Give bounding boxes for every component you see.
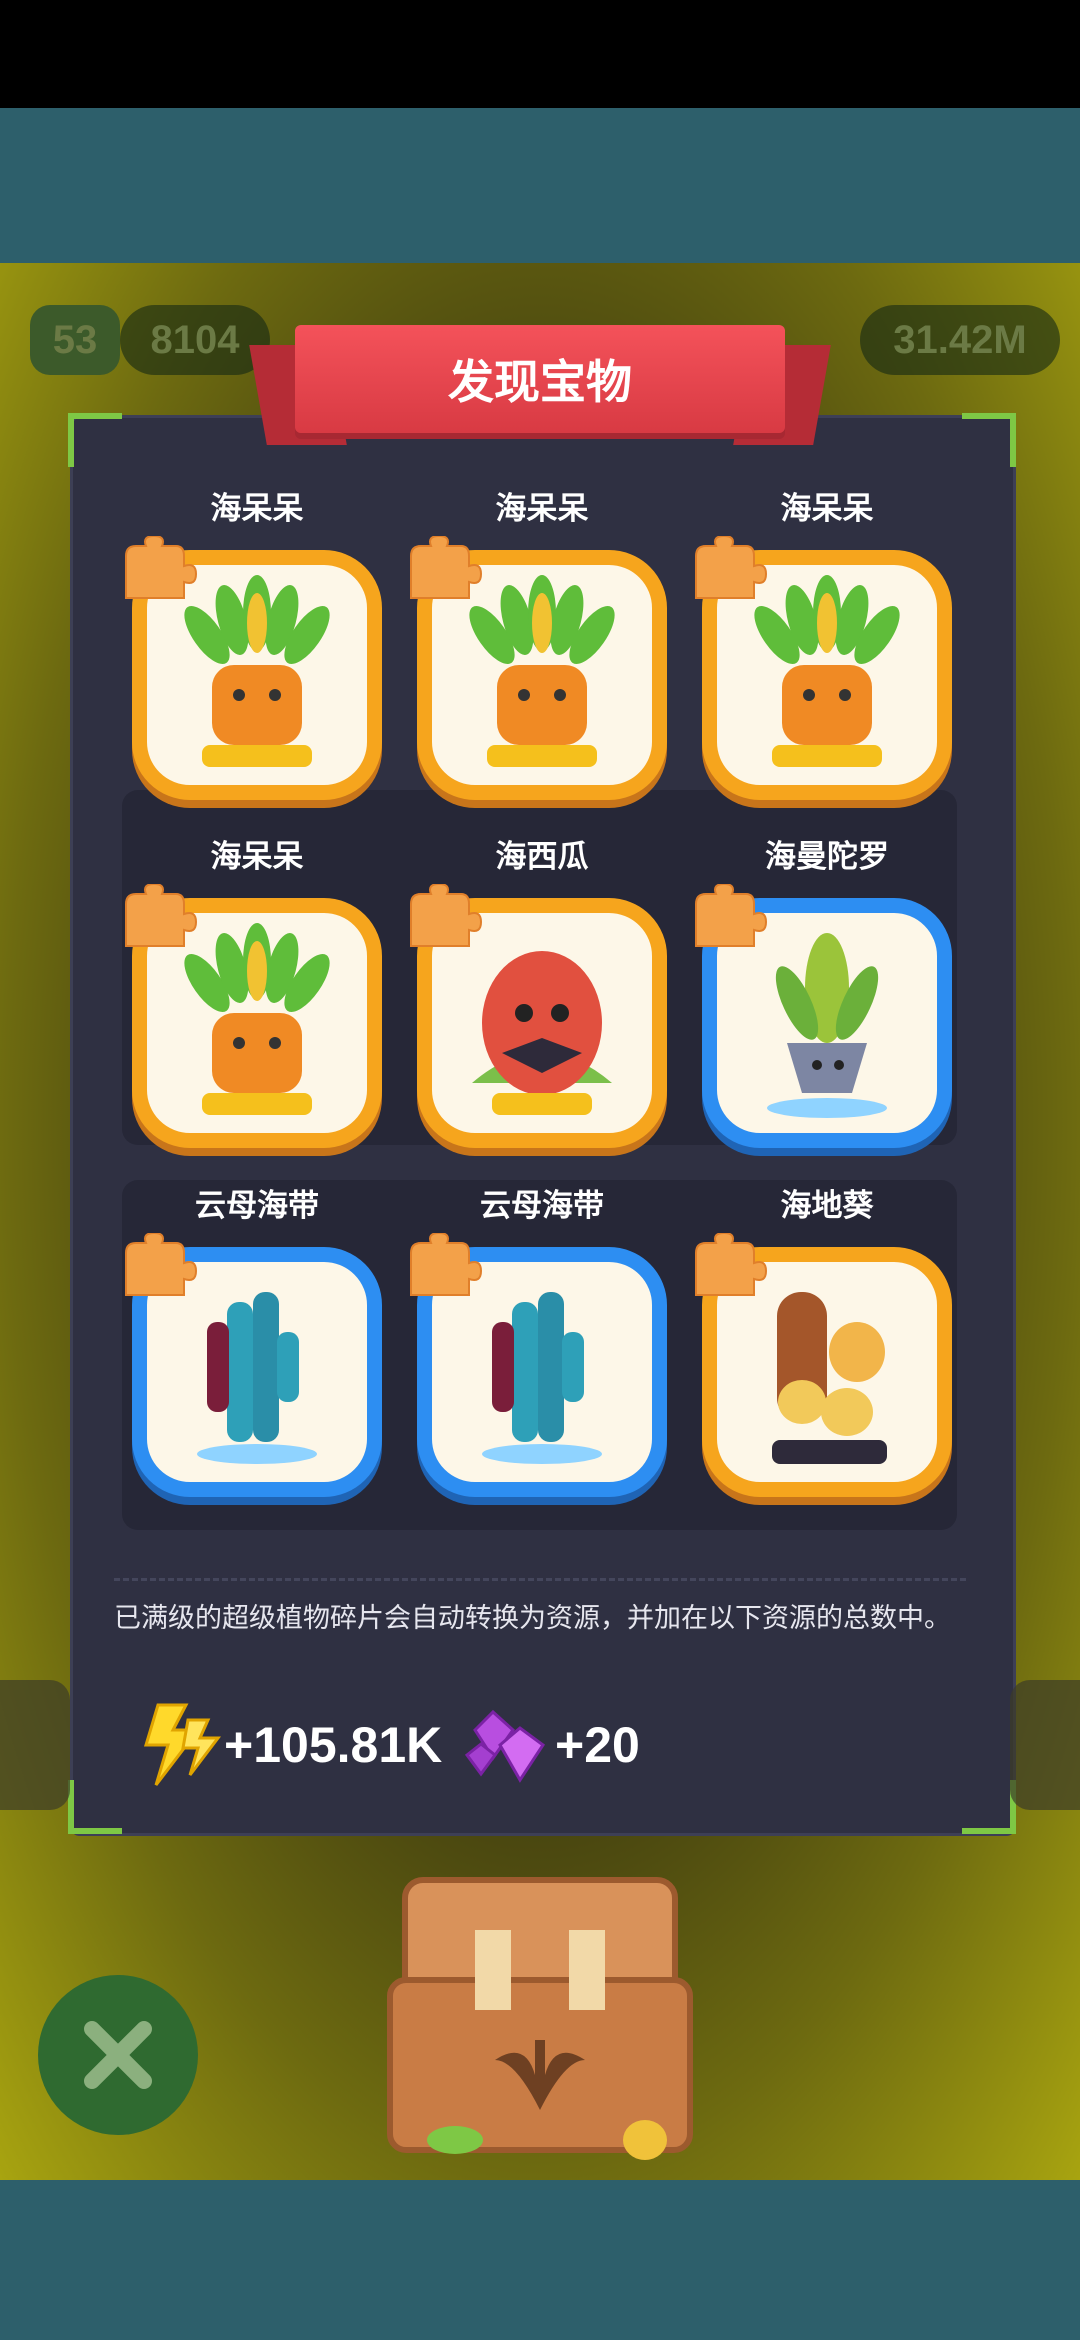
plant-card[interactable]: 海呆呆 (695, 491, 952, 800)
plant-card[interactable]: 海呆呆 (410, 491, 667, 800)
puzzle-piece-icon (405, 1231, 483, 1305)
plant-card[interactable]: 海地葵 (695, 1188, 952, 1497)
plant-card[interactable]: 海曼陀罗 (695, 839, 952, 1148)
energy-reward-value: +105.81K (224, 1717, 443, 1773)
status-bar (0, 0, 1080, 108)
plant-card-name: 海呆呆 (780, 491, 874, 527)
next-arrow[interactable] (1010, 1680, 1080, 1810)
plant-card[interactable]: 云母海带 (125, 1188, 382, 1497)
puzzle-piece-icon (405, 882, 483, 956)
corner-decoration (68, 413, 122, 467)
puzzle-piece-icon (405, 534, 483, 608)
puzzle-piece-icon (120, 1231, 198, 1305)
plant-card-name: 云母海带 (195, 1188, 319, 1224)
gem-reward-value: +20 (555, 1717, 640, 1773)
panel-title: 发现宝物 (295, 325, 785, 433)
corner-decoration (962, 1780, 1016, 1834)
close-button[interactable] (38, 1975, 198, 2135)
corner-decoration (68, 1780, 122, 1834)
plant-card-name: 云母海带 (480, 1188, 604, 1224)
plant-card-name: 海地葵 (780, 1188, 874, 1224)
conversion-note: 已满级的超级植物碎片会自动转换为资源，并加在以下资源的总数中。 (114, 1603, 951, 1634)
plant-card[interactable]: 云母海带 (410, 1188, 667, 1497)
energy-reward: +105.81K (128, 1700, 442, 1790)
energy-counter: 31.42M (860, 305, 1060, 375)
gem-icon (464, 1709, 546, 1783)
close-icon (84, 2021, 152, 2089)
treasure-chest-icon[interactable] (375, 1860, 705, 2160)
plant-card-name: 海呆呆 (210, 839, 304, 875)
coin-counter: 8104 (120, 305, 270, 375)
plant-card-name: 海曼陀罗 (765, 839, 889, 875)
puzzle-piece-icon (120, 534, 198, 608)
background-bottom (0, 2180, 1080, 2340)
gem-reward: +20 (455, 1700, 640, 1790)
prev-arrow[interactable] (0, 1680, 70, 1810)
plant-card[interactable]: 海呆呆 (125, 491, 382, 800)
plant-card-name: 海呆呆 (210, 491, 304, 527)
puzzle-piece-icon (690, 534, 768, 608)
energy-bolt-icon (143, 1703, 222, 1786)
puzzle-piece-icon (120, 882, 198, 956)
divider (114, 1578, 966, 1581)
plant-card-name: 海西瓜 (495, 839, 589, 875)
plant-card-name: 海呆呆 (495, 491, 589, 527)
corner-decoration (962, 413, 1016, 467)
puzzle-piece-icon (690, 882, 768, 956)
plant-card[interactable]: 海呆呆 (125, 839, 382, 1148)
plant-card[interactable]: 海西瓜 (410, 839, 667, 1148)
level-badge: 53 (30, 305, 120, 375)
background-top (0, 108, 1080, 263)
puzzle-piece-icon (690, 1231, 768, 1305)
